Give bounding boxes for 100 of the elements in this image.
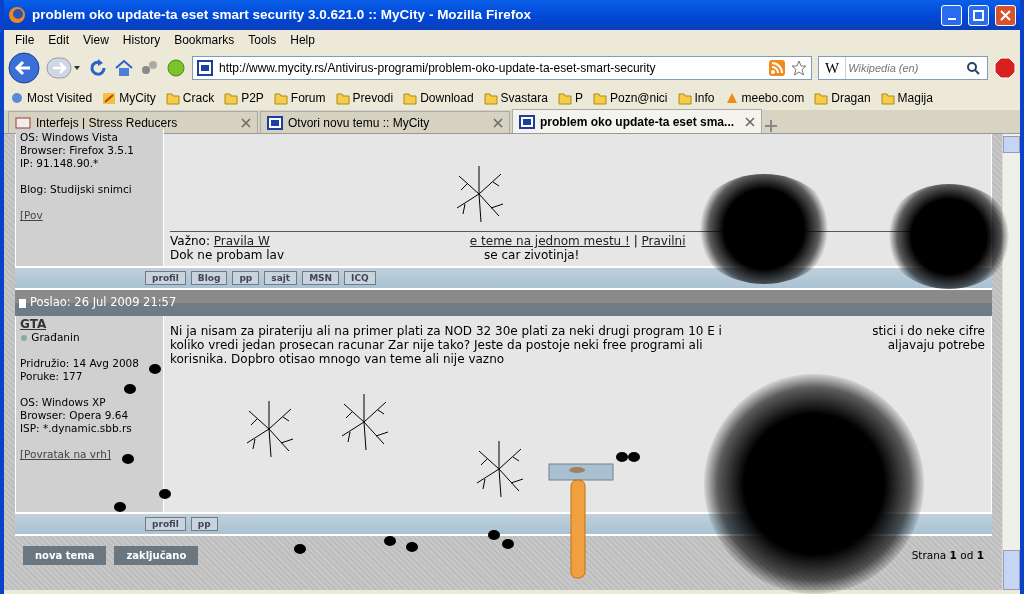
action-button[interactable]: nova tema	[23, 546, 107, 565]
search-field[interactable]: W Wikipedia (en)	[818, 56, 988, 80]
bookmark-item[interactable]: Crack	[165, 89, 215, 107]
close-button[interactable]	[995, 4, 1016, 26]
rules-link[interactable]: Pravila W	[213, 234, 270, 248]
bookmark-item[interactable]: MyCity	[102, 89, 156, 107]
action-button[interactable]: zaključano	[114, 546, 199, 565]
folder-icon	[814, 91, 829, 105]
ink-dot	[294, 544, 306, 554]
author-info: Pridružio: 14 Avg 2008	[20, 357, 140, 370]
author-info: ISP: *.dynamic.sbb.rs	[20, 422, 133, 435]
folder-icon	[483, 91, 498, 105]
menu-item[interactable]: Bookmarks	[167, 31, 242, 49]
author-info: OS: Windows XP	[20, 396, 107, 409]
post-date: Poslao: 26 Jul 2009 21:57	[30, 294, 177, 312]
pagination-text: Strana 1 od 1	[911, 547, 984, 563]
ink-dot	[406, 542, 418, 552]
post-text: stici i do neke cifre	[872, 324, 985, 338]
menu-item[interactable]: File	[8, 31, 42, 49]
folder-icon	[592, 91, 607, 105]
rules-link[interactable]: Pravilni	[641, 234, 686, 248]
post-text: koliko vredi jedan prosecan racunar Zar nije tako? Jeste da postoje neki free programi ali	[170, 338, 703, 352]
bookmark-item[interactable]: Download	[403, 89, 474, 107]
folder-icon	[335, 91, 350, 105]
bookmark-item[interactable]: Dragan	[814, 89, 871, 107]
scrollbar[interactable]	[1002, 134, 1020, 590]
document-icon	[19, 298, 26, 308]
bookmark-item[interactable]: meebo.com	[724, 89, 805, 107]
bookmark-item[interactable]: Pozn@nici	[592, 89, 668, 107]
menu-item[interactable]: Tools	[241, 31, 284, 49]
author-info: Poruke: 177	[20, 370, 84, 383]
folder-icon	[880, 91, 895, 105]
window-title: problem oko update-ta eset smart security 3.0.621.0 :: MyCity - Mozilla Firefox	[32, 5, 532, 24]
ink-dot	[114, 502, 126, 512]
bookmark-item[interactable]: Forum	[273, 89, 326, 107]
bookmark-item[interactable]: Prevodi	[335, 89, 394, 107]
profile-button[interactable]: ICQ	[344, 271, 376, 285]
author-info: Browser: Opera 9.64	[20, 409, 130, 422]
ink-dot	[384, 536, 396, 546]
profile-button[interactable]: profil	[145, 517, 186, 531]
profile-button[interactable]: Blog	[190, 271, 228, 285]
close-icon	[999, 8, 1012, 22]
browser-logo-icon	[8, 6, 26, 24]
ink-dot	[122, 454, 134, 464]
browser-tab[interactable]: problem oko update-ta eset sma...	[512, 109, 762, 133]
home-icon[interactable]	[114, 58, 134, 78]
maximize-icon	[972, 8, 985, 22]
close-icon[interactable]	[493, 117, 503, 128]
bullet-icon	[20, 334, 28, 342]
close-icon[interactable]	[745, 116, 755, 127]
address-bar[interactable]: http://www.mycity.rs/Antivirus-programi/problem-oko-update-ta-eset-smart-security	[192, 56, 812, 80]
ink-dot	[159, 489, 171, 499]
folder-icon	[224, 91, 239, 105]
rules-link[interactable]: e teme na jednom mestu !	[469, 234, 630, 248]
minimize-button[interactable]	[941, 4, 962, 26]
star-icon[interactable]	[791, 60, 807, 76]
menu-item[interactable]: Help	[283, 31, 322, 49]
forward-button[interactable]	[46, 57, 82, 79]
author-info: IP: 91.148.90.*	[20, 157, 100, 170]
post-text: korisnika. Dopbro otisao mnogo van teme ali nije vazno	[170, 352, 505, 366]
folder-icon	[403, 91, 418, 105]
folder-icon	[165, 91, 180, 105]
bookmark-item[interactable]: Magija	[880, 89, 933, 107]
folder-icon	[273, 91, 288, 105]
ink-dot	[502, 539, 514, 549]
post-text: Važno:	[170, 234, 211, 248]
back-button[interactable]	[8, 52, 40, 84]
menu-item[interactable]: View	[76, 31, 116, 49]
profile-button[interactable]: pp	[232, 271, 260, 285]
profile-button[interactable]: sajt	[264, 271, 298, 285]
profile-button[interactable]: pp	[190, 517, 218, 531]
back-to-top-link[interactable]: [Povratak na vrh]	[20, 448, 159, 461]
post-text: Ni ja nisam za pirateriju ali na primer plati za NOD 32 30e plati za neki drugi program 10 E i	[170, 324, 722, 338]
bookmark-item[interactable]: P2P	[224, 89, 264, 107]
profile-button[interactable]: profil	[145, 271, 186, 285]
search-icon[interactable]	[966, 61, 981, 75]
author-info: Blog: Studijski snimci	[20, 183, 133, 196]
bookmark-item[interactable]: Info	[677, 89, 715, 107]
bookmark-item[interactable]: P	[557, 89, 583, 107]
stop-sign-icon[interactable]	[994, 57, 1016, 79]
browser-tab[interactable]: Otvori novu temu :: MyCity	[260, 111, 510, 133]
new-tab-icon[interactable]	[764, 119, 778, 133]
maximize-button[interactable]	[968, 4, 989, 26]
reload-icon[interactable]	[88, 58, 108, 78]
author-info: Browser: Firefox 3.5.1	[20, 144, 136, 157]
post-text: Dok ne probam lav	[170, 248, 285, 262]
close-icon[interactable]	[241, 117, 251, 128]
menu-item[interactable]: History	[115, 31, 168, 49]
author-name[interactable]: GTA	[20, 318, 159, 331]
folder-icon	[677, 91, 692, 105]
menu-item[interactable]: Edit	[41, 31, 77, 49]
author-info: OS: Windows Vista	[20, 131, 119, 144]
bookmark-item[interactable]: Svastara	[483, 89, 548, 107]
circle-icon[interactable]	[166, 58, 186, 78]
post-text: se car zivotinja!	[484, 248, 580, 262]
profile-button[interactable]: MSN	[302, 271, 340, 285]
bookmark-item[interactable]: Most Visited	[10, 89, 93, 107]
back-to-top-link[interactable]: [Pov	[20, 209, 159, 222]
post-text: |	[632, 234, 639, 248]
globe-icon	[10, 91, 24, 105]
